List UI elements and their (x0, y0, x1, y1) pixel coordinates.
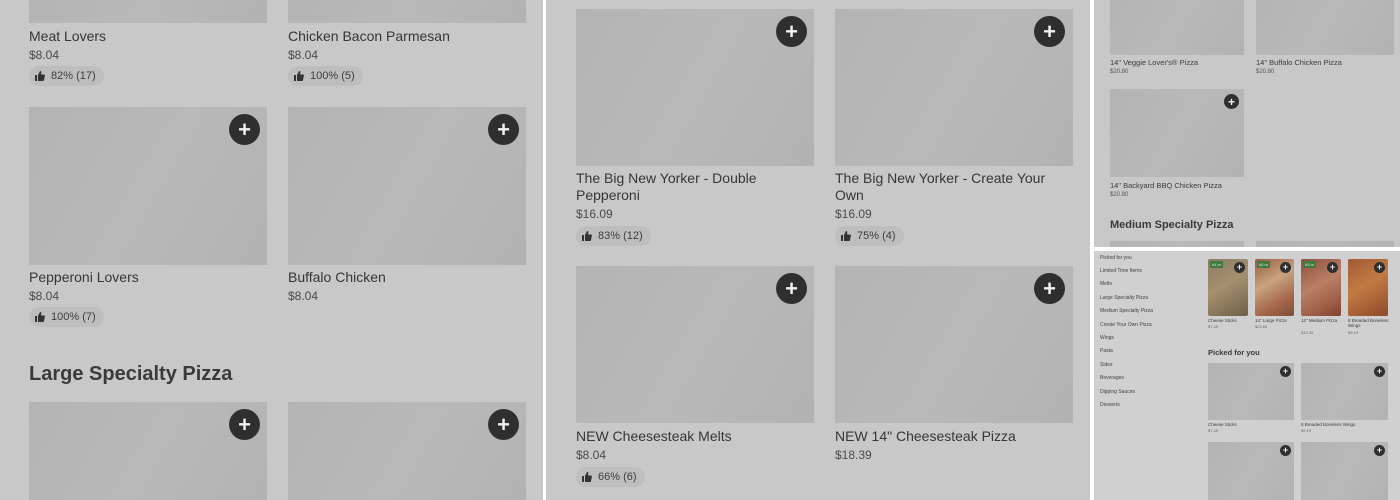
section-title: Large Specialty Pizza (29, 363, 233, 385)
sidebar-item-picked-for-you[interactable]: Picked for you (1100, 255, 1132, 261)
item-name[interactable]: 8 Breaded Boneless Wings (1301, 422, 1355, 427)
featured-name[interactable]: Cheese Sticks (1208, 318, 1248, 323)
featured-price: $9.19 (1348, 330, 1359, 335)
featured-name[interactable]: 14" Large Pizza (1255, 318, 1295, 323)
rating-pill: 100% (7) (29, 307, 104, 327)
thumbs-up-icon (35, 71, 45, 81)
featured-name[interactable]: 12" Medium Pizza (1301, 318, 1341, 323)
featured-price: $20.63 (1255, 324, 1268, 329)
plus-icon[interactable]: + (1374, 366, 1385, 377)
section-title: Medium Specialty Pizza (1110, 219, 1234, 231)
sidebar-item-sides[interactable]: Sides (1100, 362, 1113, 368)
plus-icon[interactable]: + (776, 273, 807, 304)
sidebar-item-large-specialty-pizza[interactable]: Large Specialty Pizza (1100, 295, 1148, 301)
rating-text: 100% (7) (51, 311, 96, 323)
item-name[interactable]: The Big New Yorker - Double Pepperoni (576, 170, 796, 204)
item-price: $16.09 (576, 207, 613, 221)
item-image[interactable] (1110, 0, 1244, 55)
item-name[interactable]: Buffalo Chicken (288, 269, 386, 286)
item-price: $7.49 (1208, 428, 1219, 433)
sidebar-item-melts[interactable]: Melts (1100, 281, 1112, 287)
plus-icon[interactable]: + (1374, 262, 1385, 273)
item-image[interactable] (1256, 241, 1394, 247)
sidebar-item-wings[interactable]: Wings (1100, 335, 1114, 341)
thumbs-up-icon (582, 472, 592, 482)
rank-badge: #1 m (1210, 261, 1223, 268)
plus-icon[interactable]: + (488, 114, 519, 145)
item-image[interactable] (1256, 0, 1394, 55)
menu-panel-14-inch-pizza: 14" Veggie Lover's® Pizza $20.80 14" Buf… (1094, 0, 1400, 247)
plus-icon[interactable]: + (1234, 262, 1245, 273)
plus-icon[interactable]: + (1374, 445, 1385, 456)
item-name[interactable]: NEW 14" Cheesesteak Pizza (835, 428, 1016, 445)
item-image[interactable] (1110, 241, 1244, 247)
plus-icon[interactable]: + (1224, 94, 1239, 109)
sidebar-item-limited-time-items[interactable]: Limited Time Items (1100, 268, 1142, 274)
item-name[interactable]: 14" Veggie Lover's® Pizza (1110, 58, 1198, 67)
rating-pill: 100% (5) (288, 66, 363, 86)
menu-panel-large-pizza: Meat Lovers $8.04 82% (17) Chicken Bacon… (0, 0, 543, 500)
rating-text: 83% (12) (598, 230, 643, 242)
featured-price: $7.49 (1208, 324, 1219, 329)
sidebar-item-pasta[interactable]: Pasta (1100, 348, 1113, 354)
thumbs-up-icon (582, 231, 592, 241)
plus-icon[interactable]: + (1327, 262, 1338, 273)
item-price: $8.04 (288, 289, 319, 303)
plus-icon[interactable]: + (488, 409, 519, 440)
item-price: $9.19 (1301, 428, 1312, 433)
item-price: $8.04 (576, 448, 607, 462)
item-price: $18.39 (835, 448, 872, 462)
rank-badge: #2 m (1257, 261, 1270, 268)
sidebar-item-medium-specialty-pizza[interactable]: Medium Specialty Pizza (1100, 308, 1153, 314)
thumbs-up-icon (35, 312, 45, 322)
rank-badge: #3 m (1303, 261, 1316, 268)
plus-icon[interactable]: + (229, 114, 260, 145)
section-title: Picked for you (1208, 348, 1260, 357)
item-name[interactable]: Pepperoni Lovers (29, 269, 139, 286)
item-price: $20.80 (1256, 69, 1275, 75)
menu-panel-overview: Picked for you Limited Time Items Melts … (1094, 251, 1400, 500)
item-name[interactable]: Cheese Sticks (1208, 422, 1237, 427)
thumbs-up-icon (294, 71, 304, 81)
item-name[interactable]: NEW Cheesesteak Melts (576, 428, 732, 445)
rating-text: 82% (17) (51, 70, 96, 82)
item-price: $8.04 (288, 48, 319, 62)
item-name[interactable]: Meat Lovers (29, 28, 106, 45)
plus-icon[interactable]: + (229, 409, 260, 440)
item-image[interactable] (29, 0, 267, 23)
sidebar-item-beverages[interactable]: Beverages (1100, 375, 1124, 381)
plus-icon[interactable]: + (1280, 366, 1291, 377)
plus-icon[interactable]: + (1280, 262, 1291, 273)
plus-icon[interactable]: + (1034, 16, 1065, 47)
thumbs-up-icon (841, 231, 851, 241)
sidebar-item-dipping-sauces[interactable]: Dipping Sauces (1100, 389, 1135, 395)
item-price: $20.80 (1110, 192, 1129, 198)
item-price: $20.80 (1110, 69, 1129, 75)
featured-price: $15.35 (1301, 330, 1314, 335)
rating-pill: 66% (6) (576, 467, 645, 487)
item-name[interactable]: The Big New Yorker - Create Your Own (835, 170, 1060, 204)
item-price: $8.04 (29, 289, 60, 303)
item-name[interactable]: 14" Buffalo Chicken Pizza (1256, 58, 1342, 67)
featured-name[interactable]: 8 Breaded Boneless Wings (1348, 318, 1390, 328)
item-price: $8.04 (29, 48, 60, 62)
item-image[interactable] (288, 0, 526, 23)
rating-text: 100% (5) (310, 70, 355, 82)
rating-pill: 83% (12) (576, 226, 651, 246)
rating-pill: 82% (17) (29, 66, 104, 86)
rating-text: 75% (4) (857, 230, 896, 242)
sidebar-item-desserts[interactable]: Desserts (1100, 402, 1120, 408)
sidebar-item-create-your-own-pizza[interactable]: Create Your Own Pizza (1100, 322, 1152, 328)
plus-icon[interactable]: + (776, 16, 807, 47)
rating-text: 66% (6) (598, 471, 637, 483)
item-price: $16.09 (835, 207, 872, 221)
plus-icon[interactable]: + (1280, 445, 1291, 456)
item-name[interactable]: 14" Backyard BBQ Chicken Pizza (1110, 181, 1222, 190)
plus-icon[interactable]: + (1034, 273, 1065, 304)
rating-pill: 75% (4) (835, 226, 904, 246)
menu-panel-limited-items: + + The Big New Yorker - Double Pepperon… (546, 0, 1090, 500)
item-name[interactable]: Chicken Bacon Parmesan (288, 28, 450, 45)
